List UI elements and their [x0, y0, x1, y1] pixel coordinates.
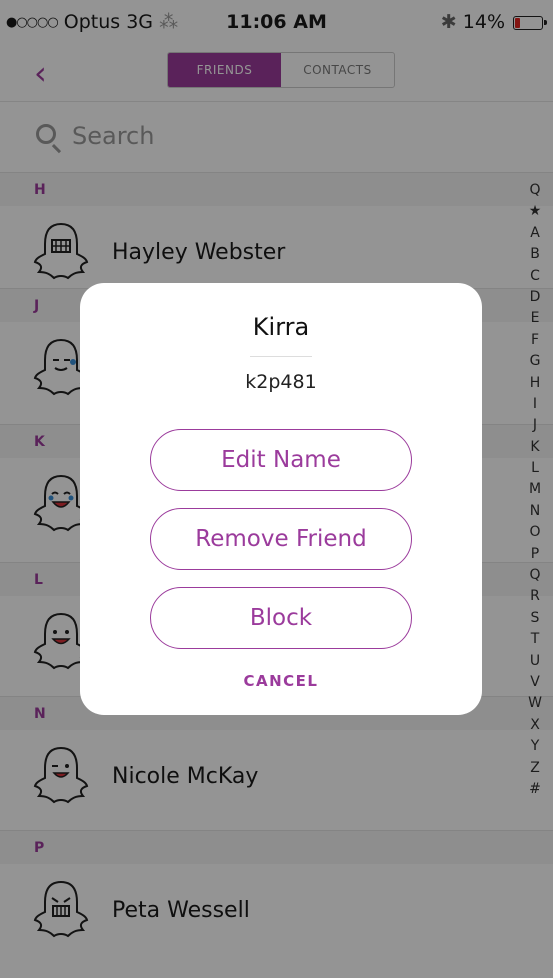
screen: ●○○○○ Optus 3G ⁂ 11:06 AM ✱ 14% ‹ FRIEND…: [0, 0, 553, 978]
friend-options-modal: Kirra k2p481 Edit Name Remove Friend Blo…: [80, 283, 482, 715]
edit-name-button[interactable]: Edit Name: [150, 429, 412, 491]
modal-username: k2p481: [245, 371, 317, 393]
modal-title: Kirra: [252, 313, 310, 341]
remove-friend-button[interactable]: Remove Friend: [150, 508, 412, 570]
block-button[interactable]: Block: [150, 587, 412, 649]
modal-divider: [250, 356, 312, 357]
cancel-button[interactable]: CANCEL: [80, 672, 482, 690]
